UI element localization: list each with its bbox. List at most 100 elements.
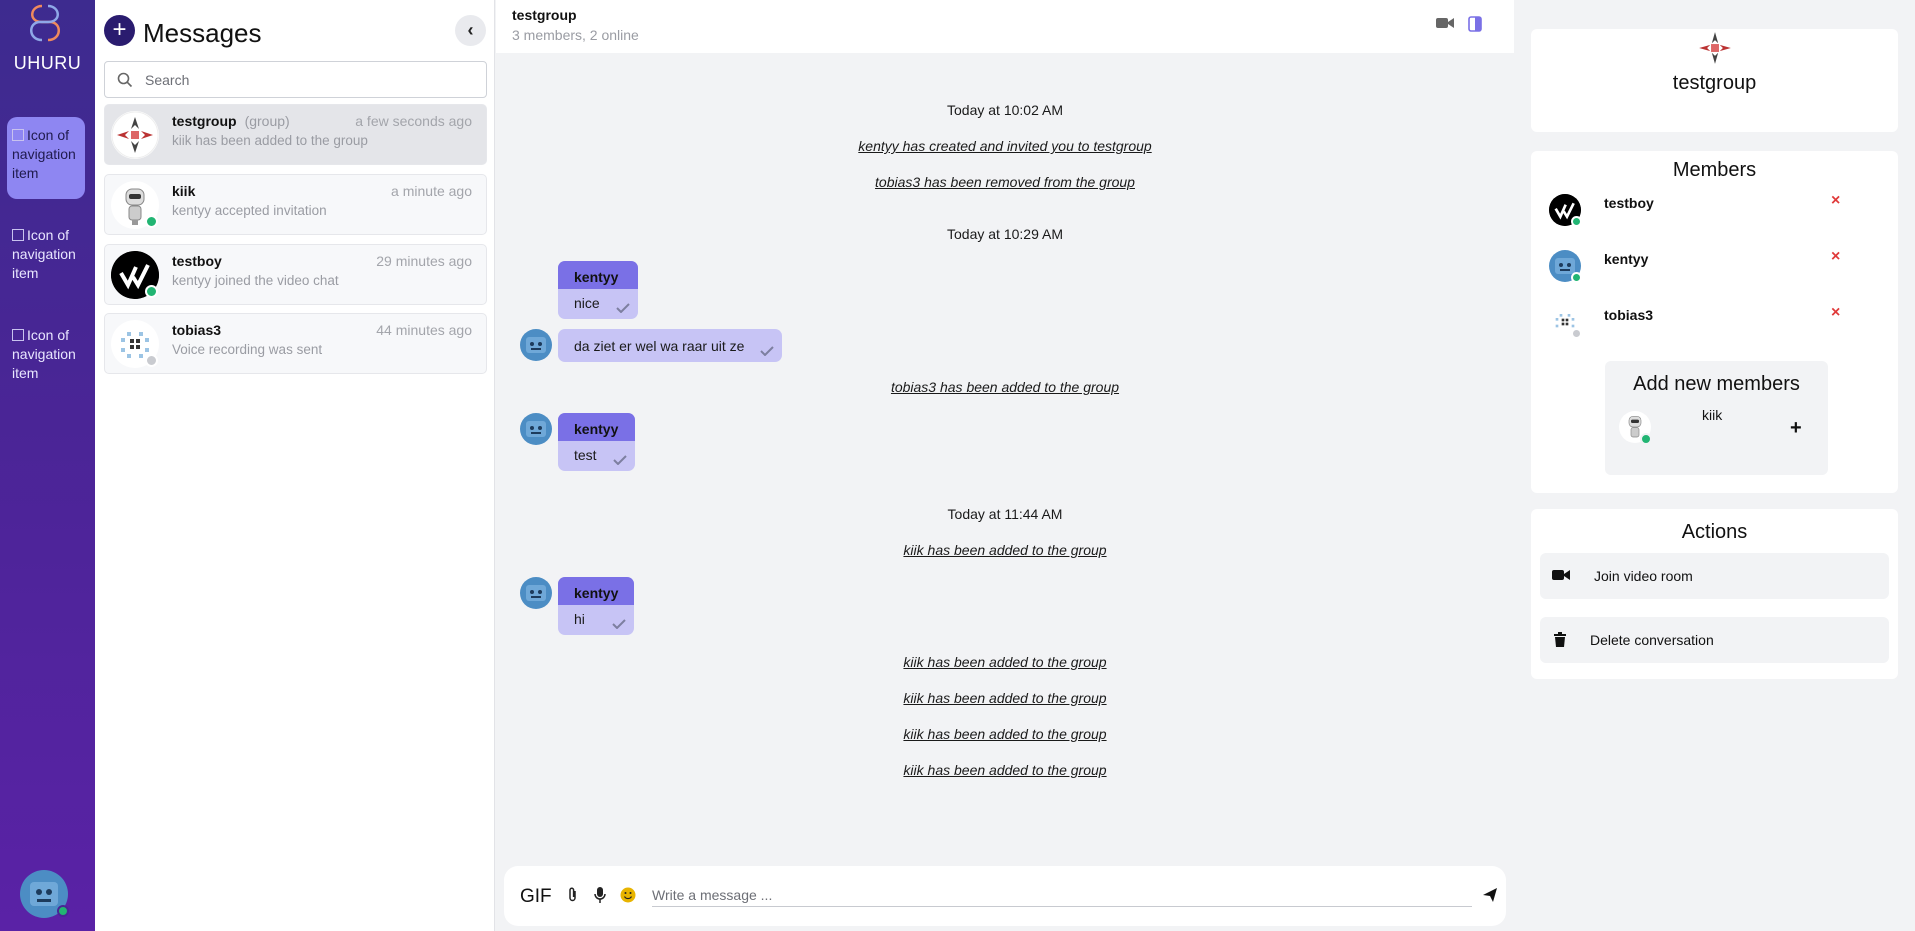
conversation-last-message: kentyy joined the video chat bbox=[172, 273, 339, 288]
conversation-last-message: Voice recording was sent bbox=[172, 342, 323, 357]
message-bubble[interactable]: da ziet er wel wa raar uit ze bbox=[558, 329, 783, 362]
member-row: testboy × bbox=[1531, 192, 1898, 234]
timestamp-divider: Today at 10:29 AM bbox=[947, 226, 1063, 242]
nav-item-messages[interactable]: Icon of navigation item bbox=[7, 117, 85, 199]
online-status-dot bbox=[1571, 216, 1582, 227]
timestamp-divider: Today at 11:44 AM bbox=[947, 506, 1063, 522]
broken-image-icon bbox=[12, 129, 24, 141]
conversation-time: 44 minutes ago bbox=[376, 322, 472, 338]
robot-avatar-icon bbox=[526, 585, 546, 601]
message-composer: GIF bbox=[504, 866, 1506, 926]
members-card: Members testboy × kentyy × tobias3 × Add… bbox=[1531, 151, 1898, 493]
message-author: kentyy bbox=[558, 577, 635, 605]
system-message: tobias3 has been added to the group bbox=[890, 379, 1120, 395]
member-name: tobias3 bbox=[1604, 307, 1654, 323]
online-status-dot bbox=[1640, 433, 1652, 445]
chat-panel: testgroup 3 members, 2 online Today at 1… bbox=[496, 0, 1514, 931]
message-text: hi bbox=[574, 611, 585, 627]
microphone-icon[interactable] bbox=[594, 887, 606, 903]
message-text: da ziet er wel wa raar uit ze bbox=[574, 338, 745, 354]
candidate-name: kiik bbox=[1702, 407, 1723, 423]
actions-title: Actions bbox=[1681, 521, 1748, 543]
conversation-name: testgroup (group) bbox=[172, 113, 290, 129]
navigation-rail: UHURU Icon of navigation item Icon of na… bbox=[0, 0, 95, 931]
actions-card: Actions Join video room Delete conversat… bbox=[1531, 509, 1898, 679]
group-emblem-icon bbox=[111, 111, 159, 159]
online-status-dot bbox=[1571, 272, 1582, 283]
search-input[interactable] bbox=[145, 70, 475, 90]
add-member-button[interactable]: + bbox=[1790, 417, 1802, 440]
message-bubble[interactable]: kentyy hi bbox=[558, 577, 635, 635]
member-name: testboy bbox=[1604, 195, 1654, 211]
list-header: + Messages ‹ bbox=[95, 0, 495, 60]
message-input[interactable] bbox=[652, 883, 1472, 907]
emoji-icon[interactable] bbox=[620, 887, 636, 903]
conversation-last-message: kentyy accepted invitation bbox=[172, 203, 327, 218]
send-icon[interactable] bbox=[1482, 887, 1498, 903]
chat-subtitle: 3 members, 2 online bbox=[512, 27, 639, 43]
broken-image-icon bbox=[12, 229, 24, 241]
sender-avatar bbox=[520, 577, 552, 609]
online-status-dot bbox=[57, 905, 69, 917]
message-text: nice bbox=[574, 295, 600, 311]
new-conversation-button[interactable]: + bbox=[104, 15, 135, 46]
conversation-item-testboy[interactable]: testboy 29 minutes ago kentyy joined the… bbox=[104, 244, 487, 305]
message-author: kentyy bbox=[558, 413, 635, 441]
message-bubble[interactable]: kentyy test bbox=[558, 413, 635, 471]
nav-item-3[interactable]: Icon of navigation item bbox=[7, 317, 85, 399]
broken-image-icon bbox=[12, 329, 24, 341]
conversation-name: testboy bbox=[172, 253, 222, 269]
member-row: kentyy × bbox=[1531, 248, 1898, 290]
trash-icon bbox=[1554, 632, 1566, 647]
delete-conversation-button[interactable]: Delete conversation bbox=[1540, 617, 1889, 663]
collapse-panel-button[interactable]: ‹ bbox=[455, 15, 486, 46]
brand-name: UHURU bbox=[13, 53, 82, 73]
read-check-icon bbox=[615, 303, 630, 313]
action-label: Join video room bbox=[1594, 568, 1693, 584]
online-status-dot bbox=[145, 285, 158, 298]
timestamp-divider: Today at 10:02 AM bbox=[947, 102, 1063, 118]
system-message: kiik has been added to the group bbox=[903, 726, 1107, 742]
conversation-last-message: kiik has been added to the group bbox=[172, 133, 368, 148]
chat-title: testgroup bbox=[512, 7, 577, 23]
conversation-item-testgroup[interactable]: testgroup (group) a few seconds ago kiik … bbox=[104, 104, 487, 165]
group-name: testgroup bbox=[1672, 72, 1757, 94]
member-row: tobias3 × bbox=[1531, 304, 1898, 346]
read-check-icon bbox=[760, 346, 775, 356]
group-avatar bbox=[111, 111, 159, 159]
gif-button[interactable]: GIF bbox=[520, 886, 552, 908]
join-video-room-button[interactable]: Join video room bbox=[1540, 553, 1889, 599]
members-title: Members bbox=[1672, 159, 1757, 181]
attachment-icon[interactable] bbox=[568, 887, 578, 903]
search-icon bbox=[117, 72, 133, 88]
remove-member-button[interactable]: × bbox=[1831, 304, 1840, 322]
conversation-item-kiik[interactable]: kiik a minute ago kentyy accepted invita… bbox=[104, 174, 487, 235]
action-label: Delete conversation bbox=[1590, 632, 1714, 648]
group-emblem-icon bbox=[1699, 32, 1731, 64]
conversation-time: a few seconds ago bbox=[355, 113, 472, 129]
sender-avatar bbox=[520, 413, 552, 445]
group-tag: (group) bbox=[244, 113, 290, 129]
conversation-name: tobias3 bbox=[172, 322, 222, 338]
group-info-card: testgroup bbox=[1531, 29, 1898, 132]
system-message: tobias3 has been removed from the group bbox=[875, 174, 1135, 190]
message-bubble[interactable]: kentyy nice bbox=[558, 261, 638, 319]
remove-member-button[interactable]: × bbox=[1831, 192, 1840, 210]
conversation-item-tobias3[interactable]: tobias3 44 minutes ago Voice recording w… bbox=[104, 313, 487, 374]
system-message: kentyy has created and invited you to te… bbox=[858, 138, 1152, 154]
message-text: test bbox=[574, 447, 597, 463]
add-members-box: Add new members kiik + bbox=[1605, 361, 1828, 475]
system-message: kiik has been added to the group bbox=[903, 654, 1107, 670]
conversation-time: a minute ago bbox=[391, 183, 472, 199]
sender-avatar bbox=[520, 329, 552, 361]
read-check-icon bbox=[612, 619, 627, 629]
list-title: Messages bbox=[143, 18, 262, 48]
nav-item-2[interactable]: Icon of navigation item bbox=[7, 217, 85, 299]
video-camera-icon[interactable] bbox=[1436, 16, 1454, 30]
video-camera-icon bbox=[1552, 570, 1570, 580]
online-status-dot bbox=[145, 215, 158, 228]
toggle-sidebar-icon[interactable] bbox=[1468, 16, 1482, 32]
remove-member-button[interactable]: × bbox=[1831, 248, 1840, 266]
system-message: kiik has been added to the group bbox=[903, 690, 1107, 706]
add-members-title: Add new members bbox=[1633, 373, 1800, 395]
